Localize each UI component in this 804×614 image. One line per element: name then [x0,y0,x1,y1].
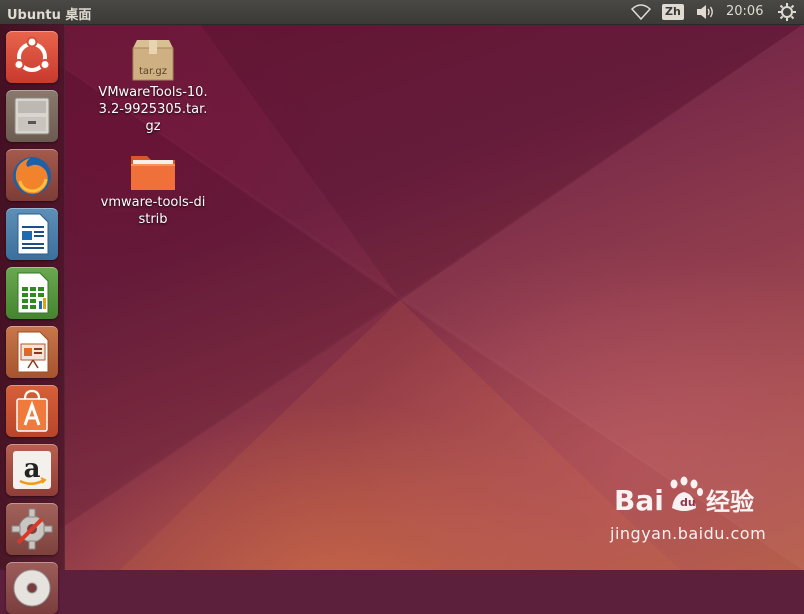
launcher-dash-home[interactable] [6,31,58,83]
volume-icon[interactable] [694,0,718,24]
impress-presentation-icon [17,331,49,373]
desktop-icon-label: vmware-tools-distrib [100,195,206,227]
svg-text:a: a [24,454,41,484]
settings-wrench-icon [11,508,53,550]
panel-title: Ubuntu 桌面 [7,8,92,23]
watermark-url: jingyan.baidu.com [610,524,767,543]
top-panel: Ubuntu 桌面 Zh 20:06 [0,0,804,24]
folder-icon [131,156,175,190]
power-gear-icon[interactable] [776,0,798,24]
launcher-amazon[interactable]: a [6,444,58,496]
archive-badge: tar.gz [139,66,167,77]
baidu-jingyan-watermark: Bai du 经验 jingyan.baidu.com [610,472,766,552]
svg-text:Bai: Bai [614,484,664,517]
firefox-icon [13,157,51,195]
ubuntu-logo-icon [13,36,51,72]
clock[interactable]: 20:06 [726,4,763,19]
launcher-files[interactable] [6,90,58,142]
svg-text:经验: 经验 [706,488,754,516]
baidu-paw-logo: Bai du 经验 [614,476,754,517]
desktop-icon-vmwaretools-archive[interactable]: tar.gz VMwareTools-10.3.2-9925305.tar.gz [98,38,208,135]
launcher-impress[interactable] [6,326,58,378]
input-method-indicator[interactable]: Zh [662,4,684,20]
amazon-icon: a [13,451,51,489]
launcher: a [0,24,65,614]
shopping-bag-icon [16,389,48,432]
launcher-firefox[interactable] [6,149,58,201]
file-cabinet-icon [14,97,50,135]
launcher-system-settings[interactable] [6,503,58,555]
archive-box-icon: tar.gz [132,40,174,81]
launcher-software-center[interactable] [6,385,58,437]
launcher-calc[interactable] [6,267,58,319]
wifi-icon[interactable] [630,0,652,24]
launcher-writer[interactable] [6,208,58,260]
desktop-icon-vmware-tools-distrib[interactable]: vmware-tools-distrib [98,150,208,228]
calc-spreadsheet-icon [17,272,49,314]
svg-text:du: du [680,496,696,509]
desktop-icon-label: VMwareTools-10.3.2-9925305.tar.gz [98,85,208,134]
writer-document-icon [17,213,49,255]
